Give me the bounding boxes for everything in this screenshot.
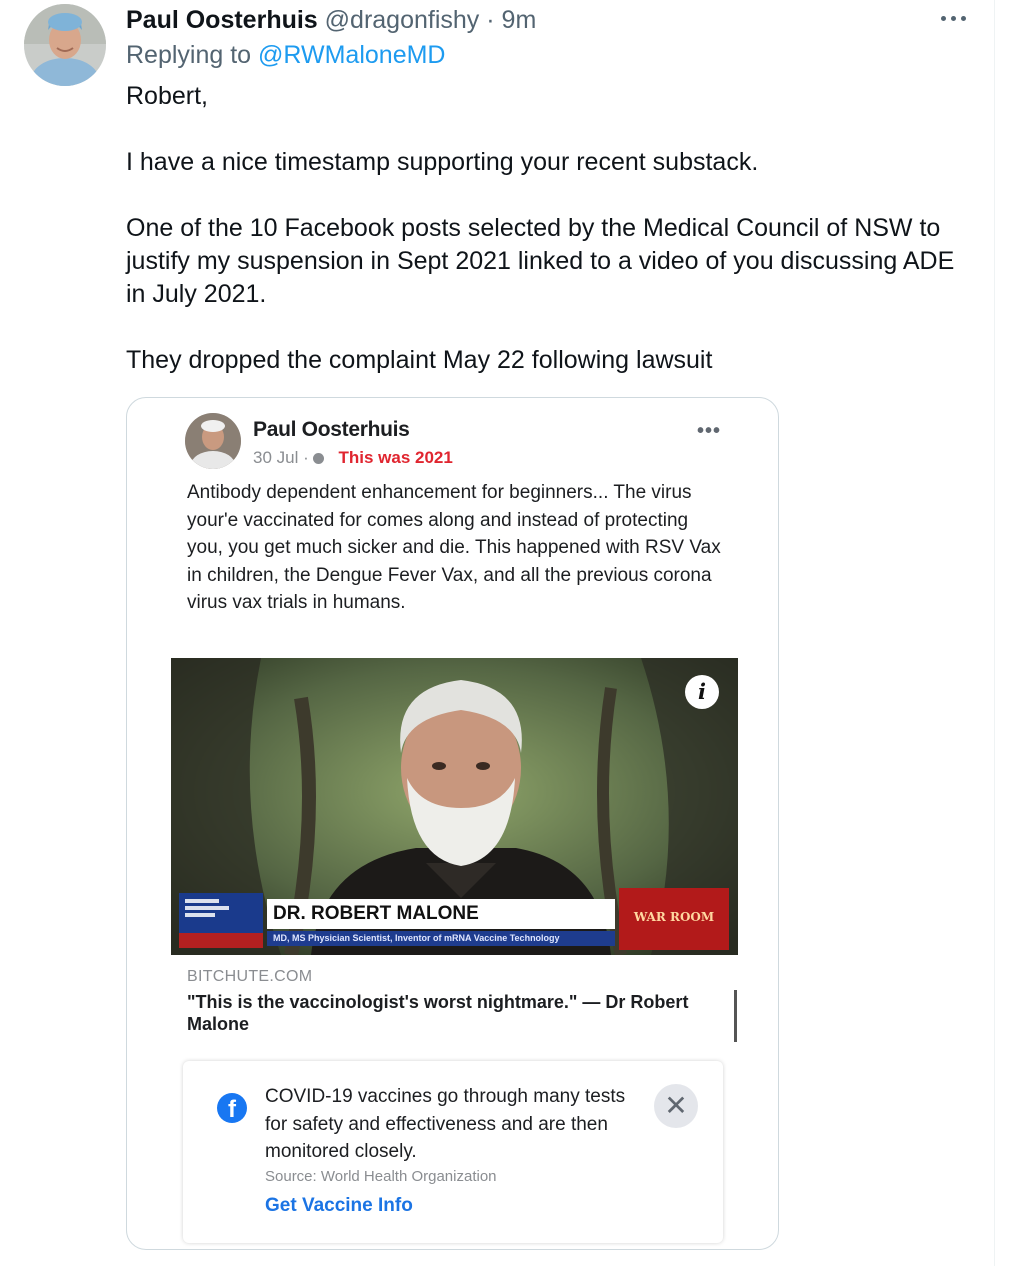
author-handle[interactable]: @dragonfishy xyxy=(325,6,480,34)
info-icon[interactable]: i xyxy=(685,675,719,709)
author-name[interactable]: Paul Oosterhuis xyxy=(126,6,318,34)
more-options-button[interactable] xyxy=(940,8,968,28)
link-domain: BITCHUTE.COM xyxy=(187,968,313,985)
globe-icon xyxy=(312,453,324,464)
lower-third: DR. ROBERT MALONE MD, MS Physician Scien… xyxy=(179,893,615,948)
lower-third-subtitle: MD, MS Physician Scientist, Inventor of … xyxy=(267,931,615,946)
scrollbar xyxy=(734,990,737,1042)
separator: · xyxy=(486,6,495,34)
tweet-time[interactable]: 9m xyxy=(502,6,537,34)
covid-info-panel: f COVID-19 vaccines go through many test… xyxy=(183,1061,723,1243)
fb-post-meta: 30 Jul · This was 2021 xyxy=(253,448,453,468)
close-icon: ✕ xyxy=(654,1084,698,1128)
get-vaccine-info-link: Get Vaccine Info xyxy=(265,1195,413,1216)
avatar-photo xyxy=(24,4,106,86)
replying-prefix: Replying to xyxy=(126,41,252,69)
timeline-border xyxy=(994,0,995,1266)
tweet-header: Paul Oosterhuis @dragonfishy · 9m xyxy=(126,4,536,36)
reply-mention-link[interactable]: @RWMaloneMD xyxy=(258,41,445,69)
replying-to: Replying to @RWMaloneMD xyxy=(126,41,445,70)
network-logo-graphic xyxy=(179,893,263,948)
covid-notice-source: Source: World Health Organization xyxy=(265,1168,497,1185)
fb-post-date: 30 Jul · xyxy=(253,448,309,467)
tweet-paragraph: They dropped the complaint May 22 follow… xyxy=(126,346,713,374)
fb-post-text: Antibody dependent enhancement for begin… xyxy=(187,482,721,613)
lower-third-name: DR. ROBERT MALONE xyxy=(267,899,615,929)
war-room-label: WAR ROOM xyxy=(633,910,715,924)
more-horizontal-icon: ••• xyxy=(697,420,722,442)
fb-annotation: This was 2021 xyxy=(338,448,453,467)
video-thumbnail: i DR. ROBERT MALONE MD, MS Physician Sci… xyxy=(171,658,738,955)
fb-avatar xyxy=(185,413,241,469)
avatar[interactable] xyxy=(24,4,106,86)
tweet-text: Robert, I have a nice timestamp supporti… xyxy=(126,80,976,377)
covid-notice-text: COVID-19 vaccines go through many tests … xyxy=(265,1086,626,1162)
fb-author-name: Paul Oosterhuis xyxy=(253,418,410,441)
network-logo xyxy=(179,893,263,948)
tweet-media-image[interactable]: Paul Oosterhuis 30 Jul · This was 2021 •… xyxy=(126,397,779,1250)
facebook-icon: f xyxy=(217,1093,247,1123)
tweet-paragraph: One of the 10 Facebook posts selected by… xyxy=(126,214,955,308)
fb-avatar-photo xyxy=(185,413,241,469)
tweet-paragraph: I have a nice timestamp supporting your … xyxy=(126,148,759,176)
link-title: "This is the vaccinologist's worst night… xyxy=(187,992,689,1034)
tweet-paragraph: Robert, xyxy=(126,82,208,110)
war-room-logo: WAR ROOM xyxy=(619,888,729,950)
